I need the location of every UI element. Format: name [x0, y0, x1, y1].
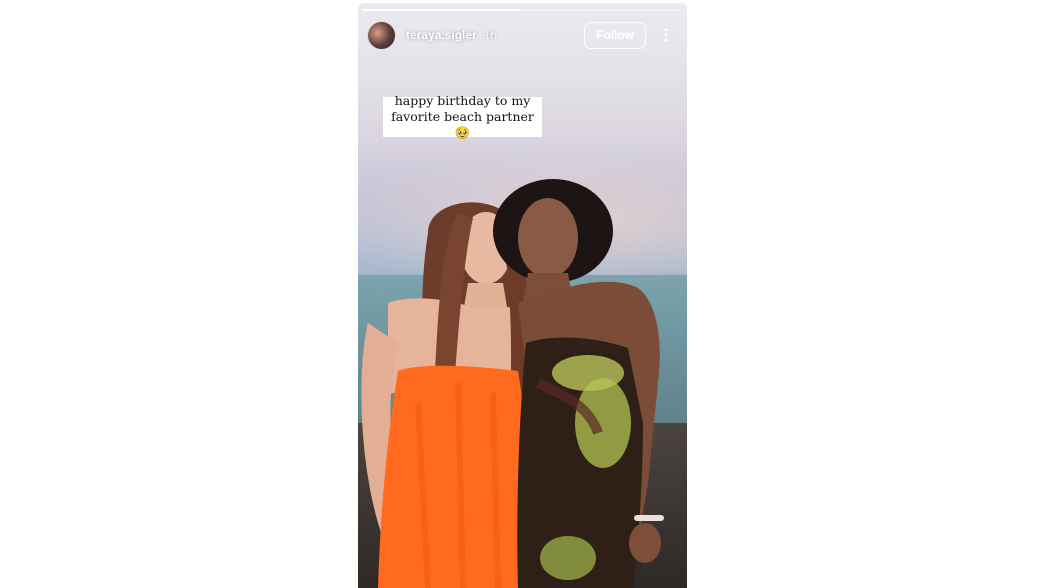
caption-line-1: happy birthday to my — [394, 93, 531, 108]
progress-segment-completed — [362, 9, 521, 11]
story-header: teraya.sigler 1h Follow — [367, 18, 678, 52]
follow-button[interactable]: Follow — [584, 21, 646, 49]
post-time: 1h — [483, 28, 498, 42]
username[interactable]: teraya.sigler — [406, 28, 477, 42]
avatar[interactable] — [367, 20, 396, 50]
more-vertical-icon[interactable] — [654, 23, 678, 48]
progress-segment-pending — [524, 9, 683, 11]
story-caption: happy birthday to my favorite beach part… — [383, 93, 542, 140]
story-progress-bar — [362, 9, 683, 11]
story-photo — [361, 179, 664, 588]
story-viewer[interactable]: teraya.sigler 1h Follow happy birthday t… — [358, 3, 687, 588]
caption-line-2: favorite beach partner 🥹 — [391, 109, 534, 140]
